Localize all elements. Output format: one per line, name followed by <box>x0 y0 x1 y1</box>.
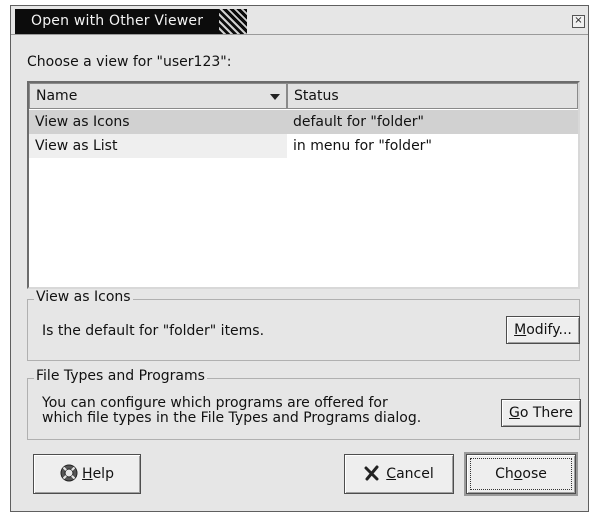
modify-button-mnemonic: M <box>514 322 527 338</box>
list-header: Name Status <box>29 83 578 109</box>
file-types-description-line2: which file types in the File Types and P… <box>42 410 422 426</box>
open-with-other-viewer-dialog: Open with Other Viewer × Choose a view f… <box>10 5 589 512</box>
row-name: View as Icons <box>35 114 130 130</box>
file-types-description: You can configure which programs are off… <box>42 396 421 426</box>
sort-descending-icon <box>270 94 280 100</box>
view-details-group: View as Icons Is the default for "folder… <box>27 289 580 361</box>
view-details-group-title: View as Icons <box>34 289 133 305</box>
go-there-button-mnemonic: G <box>509 405 520 421</box>
row-name: View as List <box>35 138 118 154</box>
help-button-mnemonic: H <box>82 466 93 482</box>
choose-button-label-end: ose <box>522 466 547 482</box>
cancel-button[interactable]: Cancel <box>344 454 454 494</box>
help-button[interactable]: Help <box>33 454 141 494</box>
view-default-description: Is the default for "folder" items. <box>42 323 265 339</box>
list-row-view-as-list[interactable]: View as List in menu for "folder" <box>29 134 578 158</box>
go-there-button[interactable]: Go There <box>501 399 581 427</box>
help-button-label: elp <box>92 466 114 482</box>
go-there-button-label: o There <box>519 405 573 421</box>
title-bar[interactable]: Open with Other Viewer × <box>11 6 588 35</box>
choose-button-label-start: Ch <box>495 466 514 482</box>
column-header-name[interactable]: Name <box>29 83 287 109</box>
row-status: in menu for "folder" <box>293 138 432 154</box>
file-types-group-title: File Types and Programs <box>34 368 207 384</box>
file-types-description-line1: You can configure which programs are off… <box>42 395 388 411</box>
cancel-button-label: ancel <box>396 466 434 482</box>
help-lifebuoy-icon <box>60 464 78 482</box>
window-title: Open with Other Viewer <box>15 9 247 34</box>
file-types-group: File Types and Programs You can configur… <box>27 368 581 440</box>
close-window-button[interactable]: × <box>572 15 585 28</box>
column-header-name-label: Name <box>36 88 78 104</box>
modify-button[interactable]: Modify... <box>506 316 580 344</box>
viewer-list[interactable]: Name Status View as Icons default for "f… <box>27 81 580 289</box>
column-header-status[interactable]: Status <box>287 83 578 109</box>
choose-button[interactable]: Choose <box>466 454 576 494</box>
cancel-button-mnemonic: C <box>386 466 397 482</box>
row-status: default for "folder" <box>293 114 424 130</box>
choose-view-label: Choose a view for "user123": <box>27 54 232 70</box>
modify-button-label: odify... <box>526 322 572 338</box>
cancel-x-icon <box>364 465 379 481</box>
list-row-view-as-icons[interactable]: View as Icons default for "folder" <box>29 110 578 134</box>
column-header-status-label: Status <box>294 88 339 104</box>
